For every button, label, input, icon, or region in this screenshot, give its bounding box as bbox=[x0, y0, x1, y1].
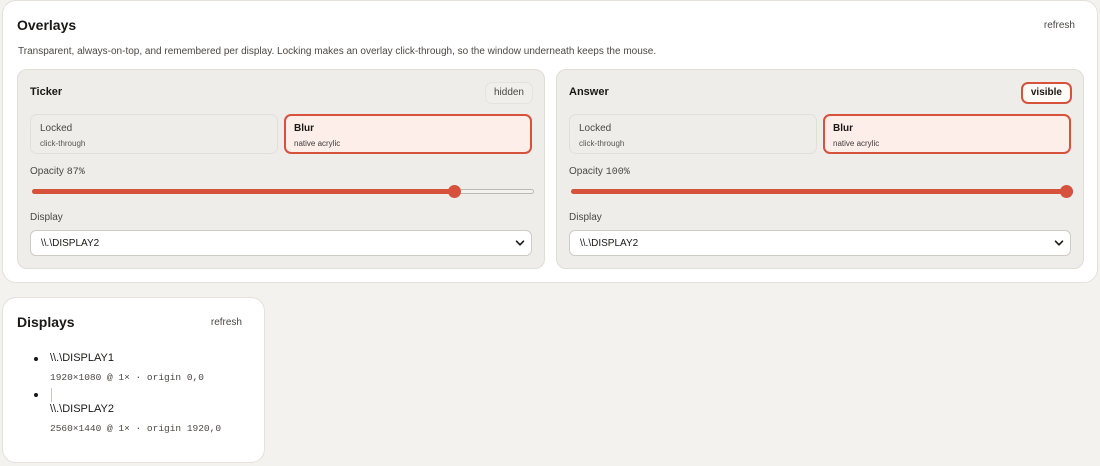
locked-option[interactable]: Locked click-through bbox=[30, 114, 278, 154]
display-label: Display bbox=[569, 212, 602, 223]
displays-title: Displays bbox=[17, 314, 75, 330]
locked-option[interactable]: Locked click-through bbox=[569, 114, 817, 154]
text-caret bbox=[51, 388, 52, 402]
display-label: Display bbox=[30, 212, 63, 223]
locked-label: Locked bbox=[579, 123, 612, 134]
blur-label: Blur bbox=[294, 123, 314, 134]
list-bullet bbox=[34, 357, 38, 361]
blur-option[interactable]: Blur native acrylic bbox=[823, 114, 1071, 154]
opacity-slider[interactable] bbox=[32, 185, 534, 198]
locked-label: Locked bbox=[40, 123, 73, 134]
display-meta: 2560×1440 @ 1× · origin 1920,0 bbox=[50, 423, 222, 434]
blur-sublabel: native acrylic bbox=[294, 139, 341, 148]
overlay-panel-ticker: Ticker hidden Locked click-through Blur … bbox=[17, 69, 545, 269]
display-name: \\.\DISPLAY1 bbox=[50, 352, 114, 364]
opacity-label-text: Opacity bbox=[30, 166, 64, 177]
overlays-card: Overlays refresh Transparent, always-on-… bbox=[2, 0, 1098, 283]
opacity-label-text: Opacity bbox=[569, 166, 603, 177]
display-select[interactable]: \\.\DISPLAY2 bbox=[30, 230, 532, 256]
display-select-value: \\.\DISPLAY2 bbox=[41, 238, 100, 249]
slider-fill bbox=[32, 189, 454, 194]
display-select[interactable]: \\.\DISPLAY2 bbox=[569, 230, 1071, 256]
slider-thumb[interactable] bbox=[1060, 185, 1073, 198]
locked-sublabel: click-through bbox=[40, 139, 86, 148]
panel-title: Ticker bbox=[30, 86, 63, 98]
overlays-refresh-button[interactable]: refresh bbox=[1044, 20, 1075, 31]
visibility-toggle-button[interactable]: hidden bbox=[484, 82, 533, 104]
overlays-title: Overlays bbox=[17, 17, 77, 33]
display-name: \\.\DISPLAY2 bbox=[50, 403, 114, 415]
blur-option[interactable]: Blur native acrylic bbox=[284, 114, 532, 154]
display-meta: 1920×1080 @ 1× · origin 0,0 bbox=[50, 372, 204, 383]
panel-title: Answer bbox=[569, 86, 609, 98]
chevron-down-icon bbox=[1054, 240, 1064, 246]
display-select-value: \\.\DISPLAY2 bbox=[580, 238, 639, 249]
displays-card: Displays refresh \\.\DISPLAY1 1920×1080 … bbox=[2, 297, 265, 463]
overlays-description: Transparent, always-on-top, and remember… bbox=[18, 46, 657, 57]
overlay-panel-answer: Answer visible Locked click-through Blur… bbox=[556, 69, 1084, 269]
locked-sublabel: click-through bbox=[579, 139, 625, 148]
chevron-down-icon bbox=[515, 240, 525, 246]
slider-fill bbox=[571, 189, 1073, 194]
blur-sublabel: native acrylic bbox=[833, 139, 880, 148]
slider-thumb[interactable] bbox=[447, 185, 461, 198]
blur-label: Blur bbox=[833, 123, 853, 134]
opacity-value: 100% bbox=[605, 167, 630, 178]
opacity-slider[interactable] bbox=[571, 185, 1073, 198]
opacity-label: Opacity 100% bbox=[569, 166, 630, 178]
displays-refresh-button[interactable]: refresh bbox=[211, 317, 242, 328]
opacity-label: Opacity 87% bbox=[30, 166, 85, 178]
opacity-value: 87% bbox=[66, 167, 85, 178]
visibility-toggle-button[interactable]: visible bbox=[1020, 82, 1072, 104]
list-bullet bbox=[34, 393, 38, 397]
